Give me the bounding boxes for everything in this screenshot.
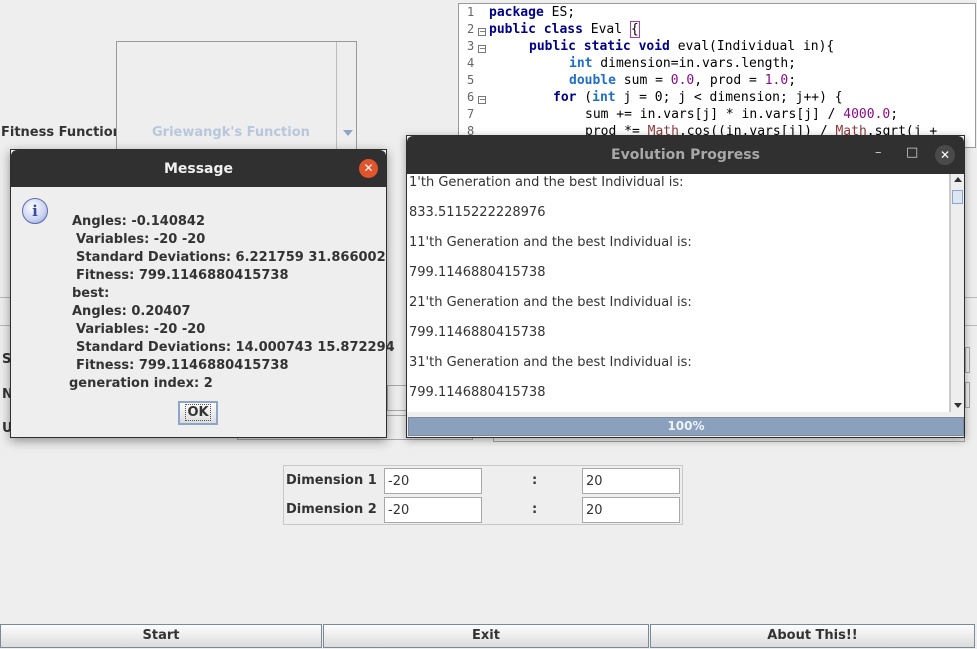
maximize-icon[interactable]: □ xyxy=(906,145,918,160)
progress-text: 100% xyxy=(667,419,705,433)
message-line: Variables: -20 -20 xyxy=(76,322,206,337)
fold-toggle-icon[interactable]: − xyxy=(478,28,486,36)
code-line: public class Eval { xyxy=(489,21,640,38)
dimension-max-input[interactable]: 20 xyxy=(582,468,680,494)
code-line: int dimension=in.vars.length; xyxy=(569,56,796,71)
range-separator: : xyxy=(532,502,538,517)
fitness-function-label: Fitness Function xyxy=(1,125,122,140)
fold-toggle-icon[interactable]: − xyxy=(478,96,486,104)
log-line: 11'th Generation and the best Individual… xyxy=(409,235,692,250)
message-line: Angles: -0.140842 xyxy=(72,214,206,229)
code-line: package ES; xyxy=(489,5,576,20)
divider xyxy=(965,325,977,326)
background-field[interactable] xyxy=(965,347,970,373)
window-titlebar[interactable]: Evolution Progress – □ ✕ xyxy=(407,136,964,174)
line-number: 5 xyxy=(467,73,475,87)
close-icon[interactable]: ✕ xyxy=(359,159,378,178)
exit-button[interactable]: Exit xyxy=(323,624,649,648)
dialog-titlebar[interactable]: Message ✕ xyxy=(11,150,386,187)
scroll-thumb[interactable] xyxy=(952,190,963,204)
ok-button-label: OK xyxy=(185,404,211,421)
dimension-min-input[interactable]: -20 xyxy=(384,468,482,494)
message-line: best: xyxy=(72,286,110,301)
divider xyxy=(0,297,10,298)
message-line: Angles: 0.20407 xyxy=(72,304,191,319)
dimension-label: Dimension 2 xyxy=(286,502,377,517)
evolution-progress-window: Evolution Progress – □ ✕ 1'th Generation… xyxy=(406,135,965,438)
dimension-row: Dimension 2 -20 : 20 xyxy=(284,495,682,524)
line-number: 4 xyxy=(467,56,475,70)
info-icon: i xyxy=(22,198,48,224)
dimension-max-input[interactable]: 20 xyxy=(582,497,680,523)
divider xyxy=(965,297,977,298)
message-line: Fitness: 799.1146880415738 xyxy=(76,358,289,373)
log-line: 21'th Generation and the best Individual… xyxy=(409,295,692,310)
fitness-function-select[interactable]: Griewangk's Function xyxy=(116,41,357,151)
chevron-down-icon[interactable] xyxy=(343,130,353,136)
dialog-title: Message xyxy=(163,161,234,177)
log-line: 799.1146880415738 xyxy=(409,385,546,400)
dimension-panel: Dimension 1 -20 : 20 Dimension 2 -20 : 2… xyxy=(283,465,683,525)
line-number-gutter: 1 2 3 4 5 6 7 8 − − − xyxy=(459,4,487,147)
message-line: Standard Deviations: 14.000743 15.872294 xyxy=(76,340,395,355)
background-field[interactable] xyxy=(965,382,970,408)
log-line: 799.1146880415738 xyxy=(409,265,546,280)
log-line: 833.5115222228976 xyxy=(409,205,546,220)
message-line: Variables: -20 -20 xyxy=(76,232,206,247)
close-icon[interactable]: ✕ xyxy=(935,145,955,165)
code-line: double sum = 0.0, prod = 1.0; xyxy=(569,73,797,88)
dimension-row: Dimension 1 -20 : 20 xyxy=(284,466,682,495)
start-button[interactable]: Start xyxy=(0,624,322,648)
evolution-log[interactable]: 1'th Generation and the best Individual … xyxy=(407,174,950,412)
fold-toggle-icon[interactable]: − xyxy=(478,45,486,53)
minimize-icon[interactable]: – xyxy=(875,145,882,160)
divider xyxy=(0,325,10,326)
log-line: 31'th Generation and the best Individual… xyxy=(409,355,692,370)
dimension-min-input[interactable]: -20 xyxy=(384,497,482,523)
code-editor[interactable]: 1 2 3 4 5 6 7 8 − − − package ES; public… xyxy=(458,3,976,148)
fitness-function-value: Griewangk's Function xyxy=(152,125,310,140)
code-line: public static void eval(Individual in){ xyxy=(529,39,835,54)
about-button[interactable]: About This!! xyxy=(650,624,975,648)
scroll-up-icon[interactable] xyxy=(954,177,962,182)
line-number: 7 xyxy=(467,107,475,121)
message-dialog: Message ✕ i Angles: -0.140842 Variables:… xyxy=(10,149,395,438)
message-line: Fitness: 799.1146880415738 xyxy=(76,268,289,283)
code-line: sum += in.vars[j] * in.vars[j] / 4000.0; xyxy=(585,107,899,122)
dimension-label: Dimension 1 xyxy=(286,473,377,488)
code-line: for (int j = 0; j < dimension; j++) { xyxy=(553,90,843,105)
log-line: 1'th Generation and the best Individual … xyxy=(409,175,684,190)
message-line: generation index: 2 xyxy=(69,376,213,391)
background-field[interactable] xyxy=(387,385,407,411)
ok-button[interactable]: OK xyxy=(178,401,218,425)
log-line: 799.1146880415738 xyxy=(409,325,546,340)
line-number: 1 xyxy=(467,5,475,19)
range-separator: : xyxy=(532,473,538,488)
scroll-down-icon[interactable] xyxy=(954,403,962,408)
progress-bar: 100% xyxy=(408,417,964,436)
vertical-scrollbar[interactable] xyxy=(950,174,964,412)
message-line: Standard Deviations: 6.221759 31.866002 xyxy=(76,250,386,265)
